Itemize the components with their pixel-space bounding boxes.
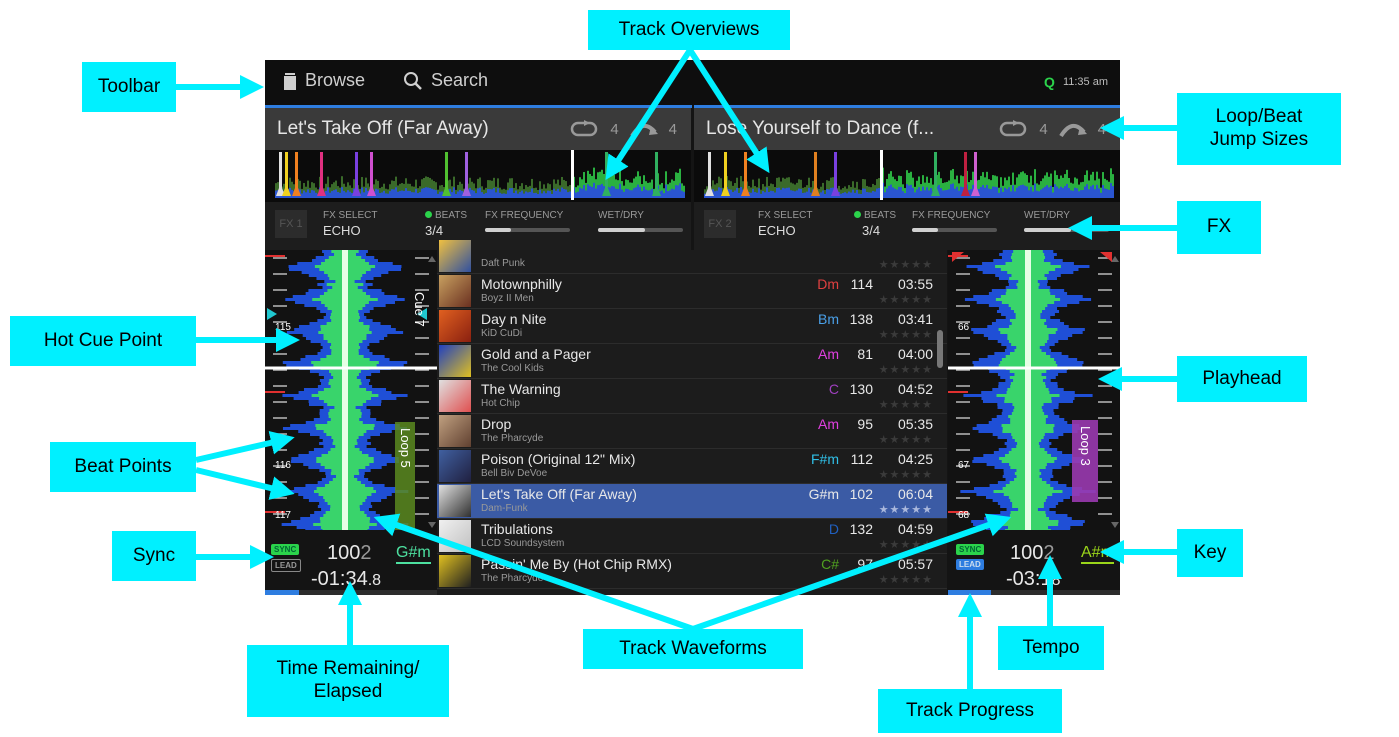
callout-arrows xyxy=(176,48,1177,689)
arrow-overview-left xyxy=(605,48,693,181)
arrow-waveform-left xyxy=(373,513,694,632)
arrow-beat-points-2 xyxy=(195,467,295,500)
arrow-waveform-right xyxy=(692,513,1012,632)
arrow-beat-points-1 xyxy=(195,430,295,463)
arrow-overview-right xyxy=(687,48,770,174)
